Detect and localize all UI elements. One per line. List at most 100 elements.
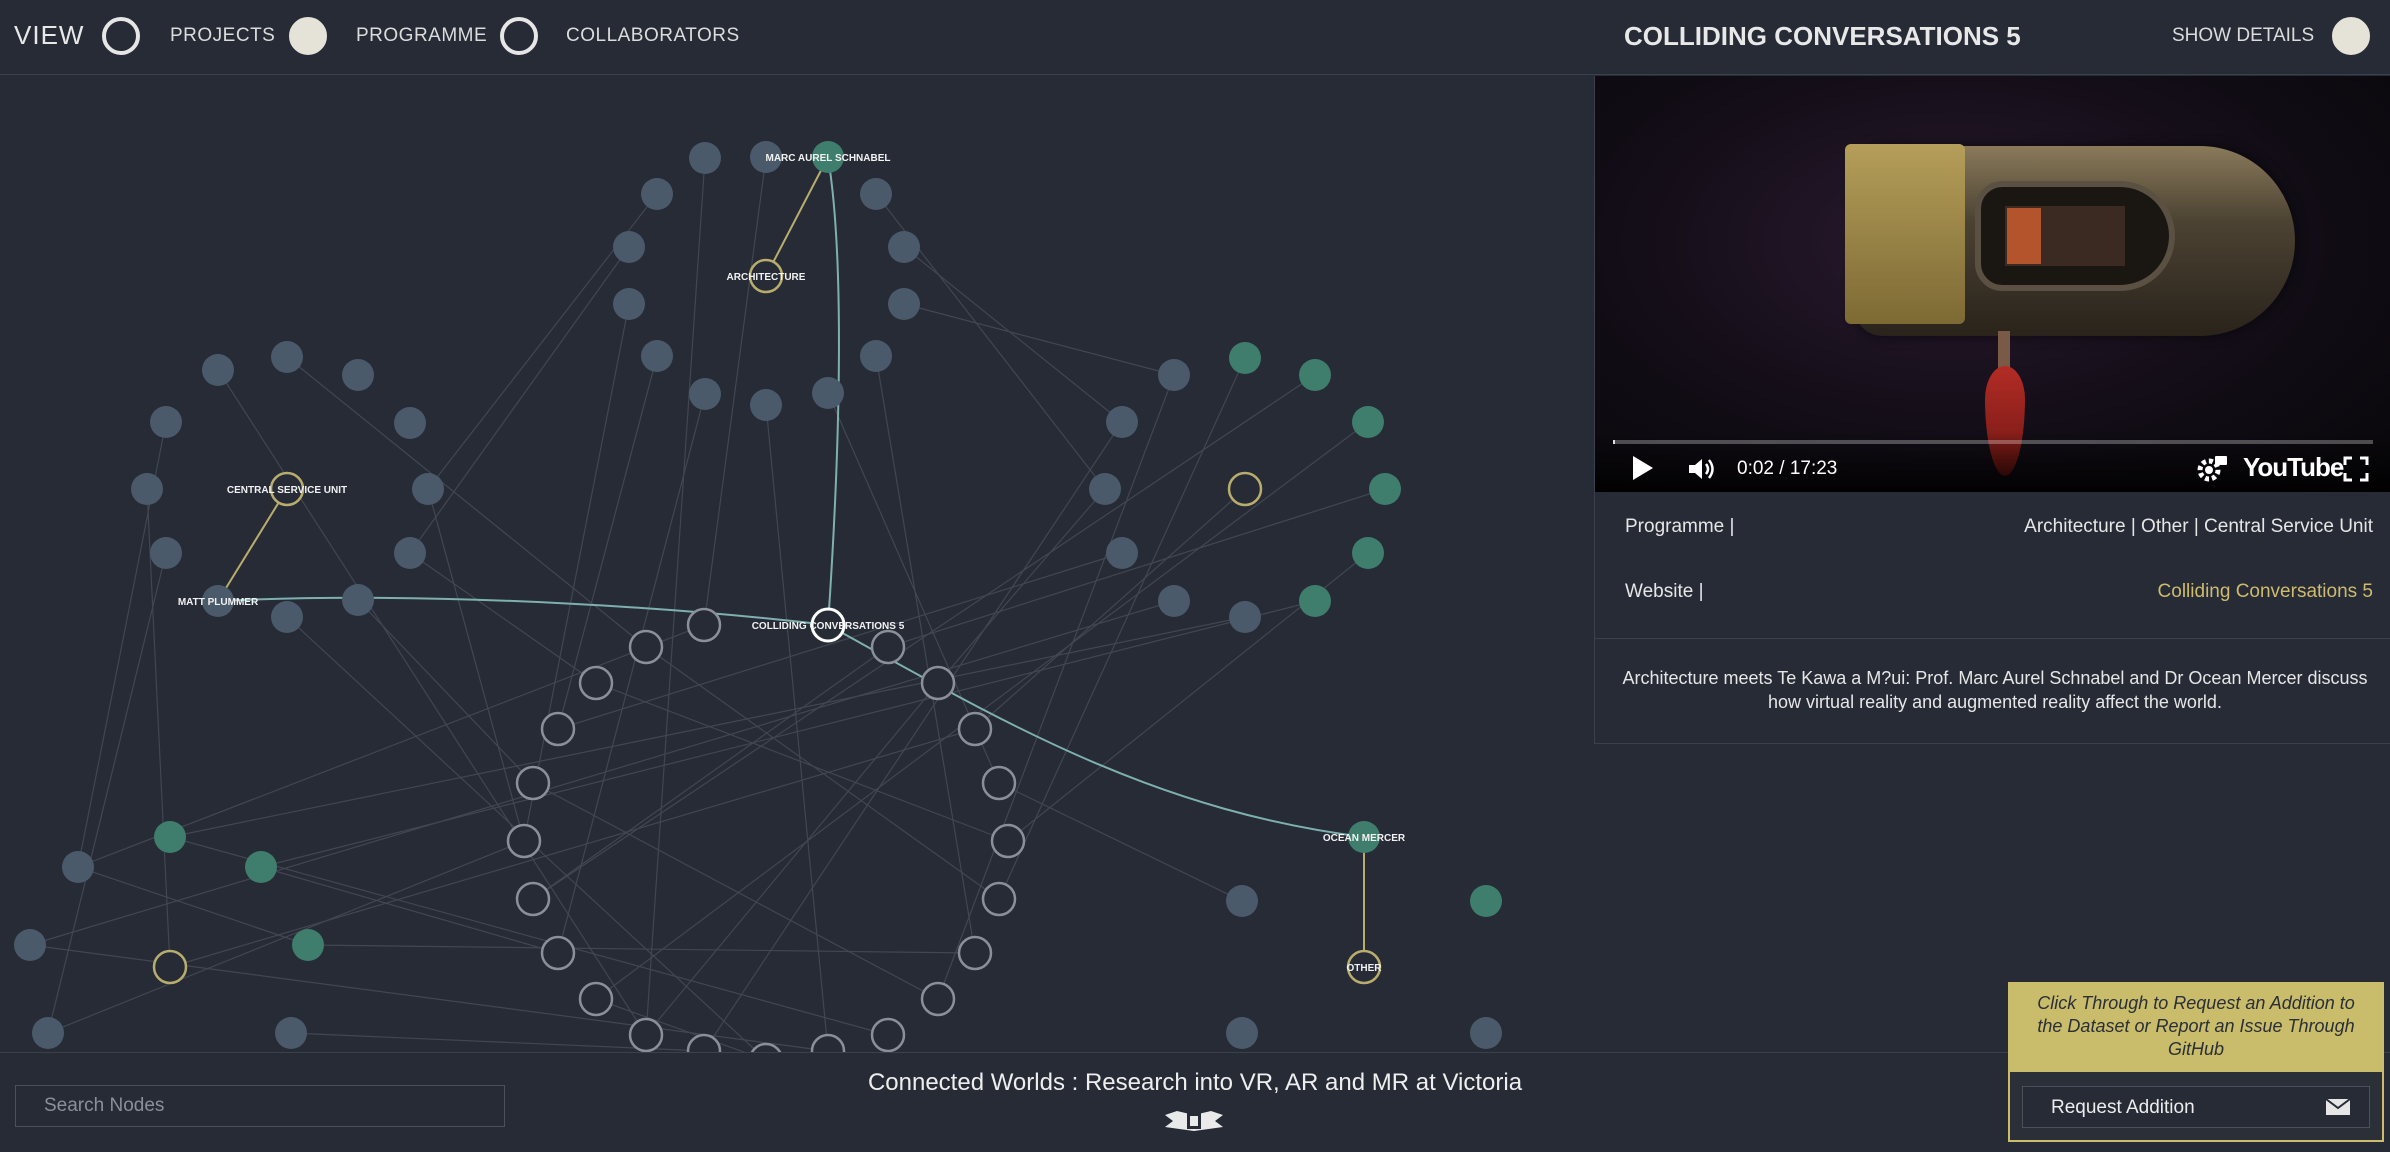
projects-toggle[interactable] [102,17,140,55]
graph-node[interactable] [515,881,551,917]
graph-node[interactable] [1106,406,1138,438]
volume-icon[interactable] [1687,456,1717,482]
label-schnabel: MARC AUREL SCHNABEL [766,153,891,164]
graph-node[interactable] [506,823,542,859]
graph-node[interactable] [689,142,721,174]
graph-node[interactable] [628,629,664,665]
graph-node[interactable] [870,629,906,665]
graph-node[interactable] [1226,885,1258,917]
graph-node[interactable] [981,881,1017,917]
graph-node[interactable] [957,935,993,971]
graph-node[interactable] [981,765,1017,801]
graph-node[interactable] [1226,1017,1258,1049]
programme-toggle-label[interactable]: PROGRAMME [356,25,487,47]
graph-link [703,421,1123,1052]
graph-node[interactable] [578,981,614,1017]
graph-node[interactable] [150,537,182,569]
graph-node[interactable] [860,340,892,372]
labelled-nodes[interactable]: MARC AUREL SCHNABEL ARCHITECTURE CENTRAL… [178,141,1406,985]
graph-node[interactable] [628,1017,664,1052]
graph-node[interactable] [275,1017,307,1049]
graph-node[interactable] [245,851,277,883]
video-player[interactable]: 0:02 / 17:23 YouTube [1595,76,2390,492]
graph-node[interactable] [990,823,1026,859]
graph-node[interactable] [394,407,426,439]
graph-node[interactable] [1470,885,1502,917]
graph-node[interactable] [1299,359,1331,391]
show-details-toggle[interactable] [2332,17,2370,55]
fullscreen-icon[interactable] [2343,456,2369,482]
collaborators-toggle[interactable] [500,17,538,55]
graph-node[interactable] [202,354,234,386]
graph-node[interactable] [292,929,324,961]
graph-node[interactable] [888,231,920,263]
graph-node[interactable] [920,665,956,701]
request-addition-button[interactable]: Request Addition [2022,1086,2370,1128]
graph-link [595,998,746,1052]
graph-node[interactable] [689,378,721,410]
view-label: VIEW [14,20,85,50]
graph-node[interactable] [1229,601,1261,633]
video-frame-screen-left [2007,208,2041,264]
graph-node[interactable] [412,473,444,505]
graph-node[interactable] [154,821,186,853]
graph-node[interactable] [810,1033,846,1052]
graph-link [409,246,630,554]
graph-node[interactable] [271,341,303,373]
graph-node[interactable] [1352,537,1384,569]
graph-node[interactable] [641,178,673,210]
graph-node[interactable] [14,929,46,961]
graph-node[interactable] [686,607,722,643]
graph-node[interactable] [1470,1017,1502,1049]
graph-node[interactable] [686,1033,722,1052]
graph-node[interactable] [1299,585,1331,617]
graph-node[interactable] [271,601,303,633]
graph-node[interactable] [641,340,673,372]
graph-node[interactable] [578,665,614,701]
graph-node[interactable] [750,1042,782,1052]
graph-node[interactable] [342,584,374,616]
graph-link [645,157,706,1036]
graph-node[interactable] [1352,406,1384,438]
programme-toggle[interactable] [289,17,327,55]
graph-node[interactable] [888,288,920,320]
graph-node[interactable] [1158,585,1190,617]
graph-node[interactable] [613,288,645,320]
graph-node[interactable] [394,537,426,569]
graph-node[interactable] [860,178,892,210]
graph-node[interactable] [342,359,374,391]
gear-icon[interactable] [2195,454,2227,484]
network-graph-canvas[interactable]: MARC AUREL SCHNABEL ARCHITECTURE CENTRAL… [0,76,1595,1052]
website-link[interactable]: Colliding Conversations 5 [2158,581,2373,603]
graph-link [427,488,525,842]
graph-node[interactable] [812,377,844,409]
youtube-logo[interactable]: YouTube [2243,452,2344,483]
graph-node[interactable] [62,851,94,883]
projects-toggle-label[interactable]: PROJECTS [170,25,275,47]
network-graph[interactable]: MARC AUREL SCHNABEL ARCHITECTURE CENTRAL… [0,76,1595,1052]
graph-node[interactable] [1369,473,1401,505]
graph-node[interactable] [1158,359,1190,391]
graph-node[interactable] [131,473,163,505]
graph-node[interactable] [32,1017,64,1049]
graph-node[interactable] [920,981,956,1017]
graph-node[interactable] [515,765,551,801]
graph-node[interactable] [1089,473,1121,505]
graph-node[interactable] [1106,537,1138,569]
graph-node[interactable] [613,231,645,263]
graph-node[interactable] [750,389,782,421]
search-input[interactable] [15,1085,505,1127]
graph-node[interactable] [152,949,188,985]
play-icon[interactable] [1633,456,1653,480]
show-details-label[interactable]: SHOW DETAILS [2172,25,2314,47]
graph-node[interactable] [150,406,182,438]
graph-node[interactable] [1227,471,1263,507]
graph-node[interactable] [540,711,576,747]
graph-node[interactable] [1229,342,1261,374]
graph-node[interactable] [540,935,576,971]
graph-node[interactable] [957,711,993,747]
video-progress-bar[interactable] [1613,440,2373,444]
collaborators-toggle-label[interactable]: COLLABORATORS [566,25,740,47]
website-row: Website | Colliding Conversations 5 [1595,581,2390,621]
graph-node[interactable] [870,1017,906,1052]
